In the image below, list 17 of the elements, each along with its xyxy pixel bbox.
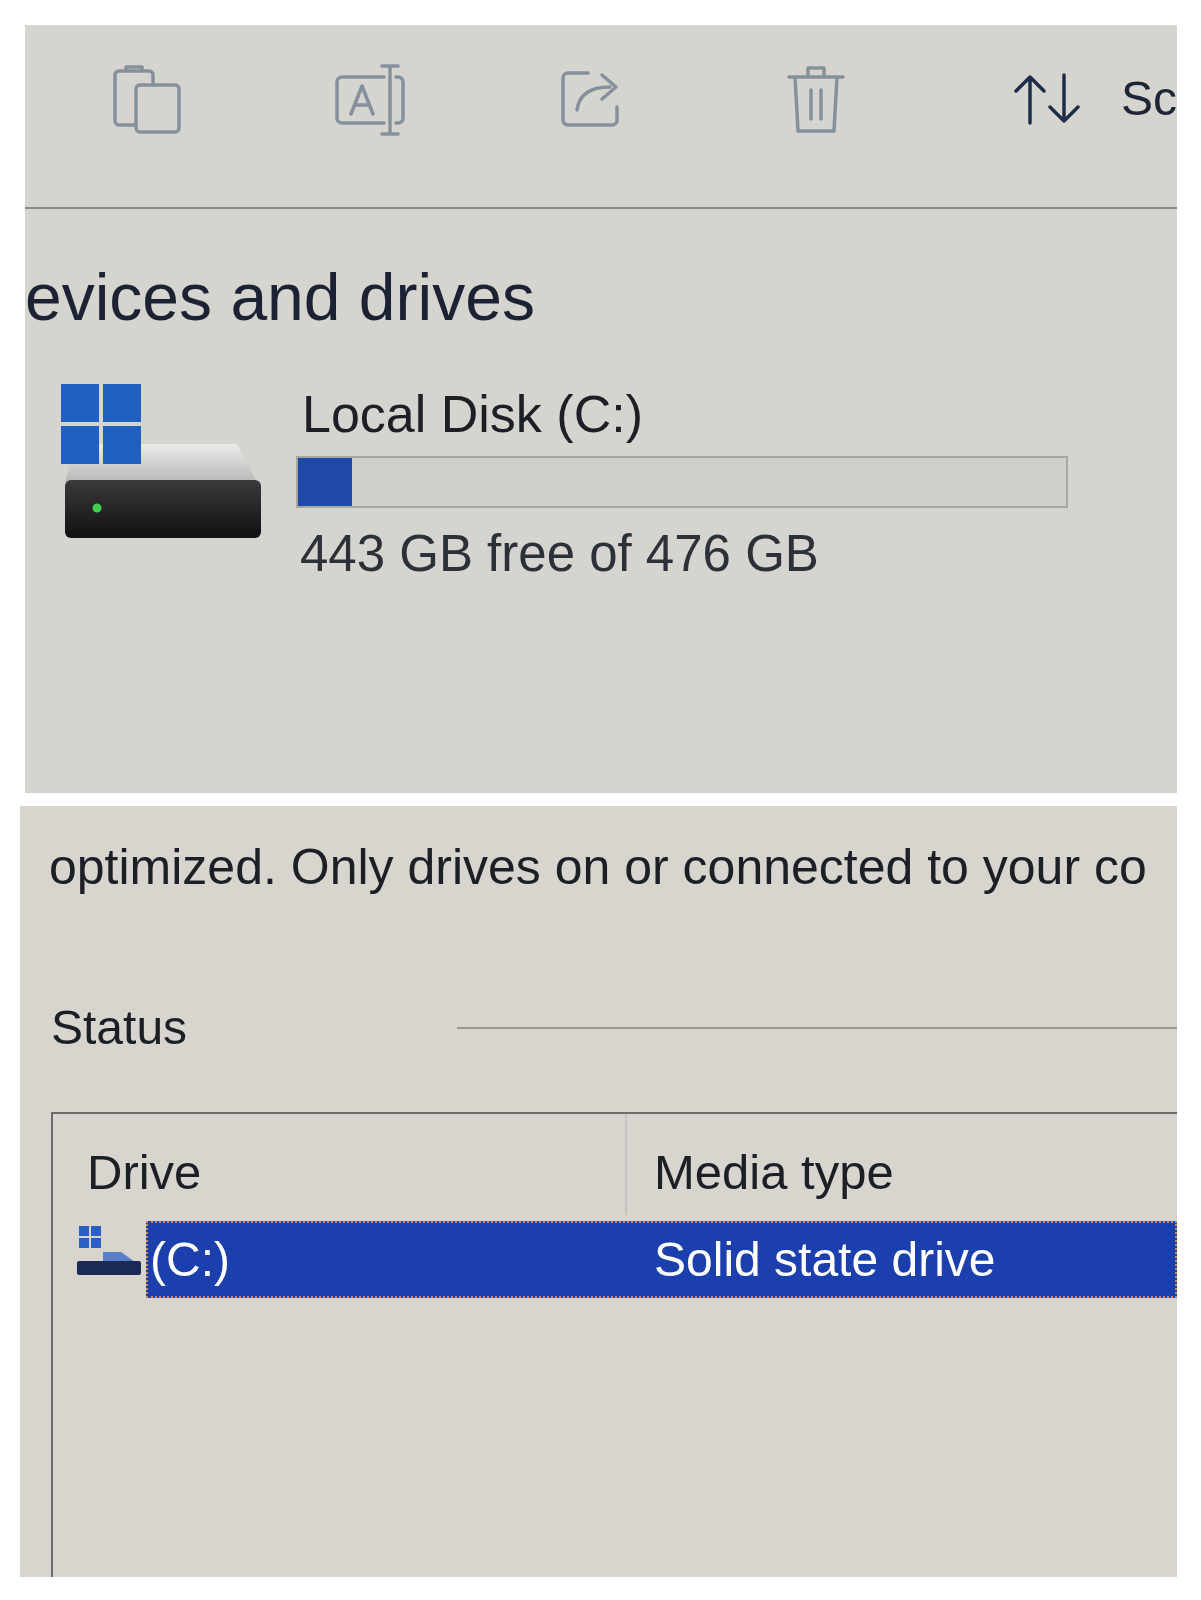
drive-name: Local Disk (C:) <box>301 384 643 444</box>
letter-a-cursor-icon <box>334 63 407 137</box>
group-label: Status <box>51 1000 188 1056</box>
column-header[interactable]: Drive <box>53 1114 625 1215</box>
description-text: optimized. Only drives on or connected to your co <box>48 838 1148 896</box>
column-header[interactable]: Media type <box>625 1114 1177 1215</box>
drive-icon <box>77 1224 141 1275</box>
trash-icon <box>785 63 846 135</box>
hard-drive-icon <box>61 384 263 539</box>
sort-button[interactable]: Sc <box>1012 71 1177 127</box>
copy-icon <box>112 63 183 135</box>
free-space-text: 443 GB free of 476 GB <box>299 525 819 583</box>
sort-arrows-icon <box>1012 73 1082 125</box>
table-cell-text: (C:) <box>149 1231 231 1288</box>
table-cell-text: Solid state drive <box>653 1231 997 1288</box>
drive-list-row[interactable]: (C:) Solid state drive <box>146 1221 1177 1298</box>
section-heading: evices and drives <box>25 259 536 335</box>
